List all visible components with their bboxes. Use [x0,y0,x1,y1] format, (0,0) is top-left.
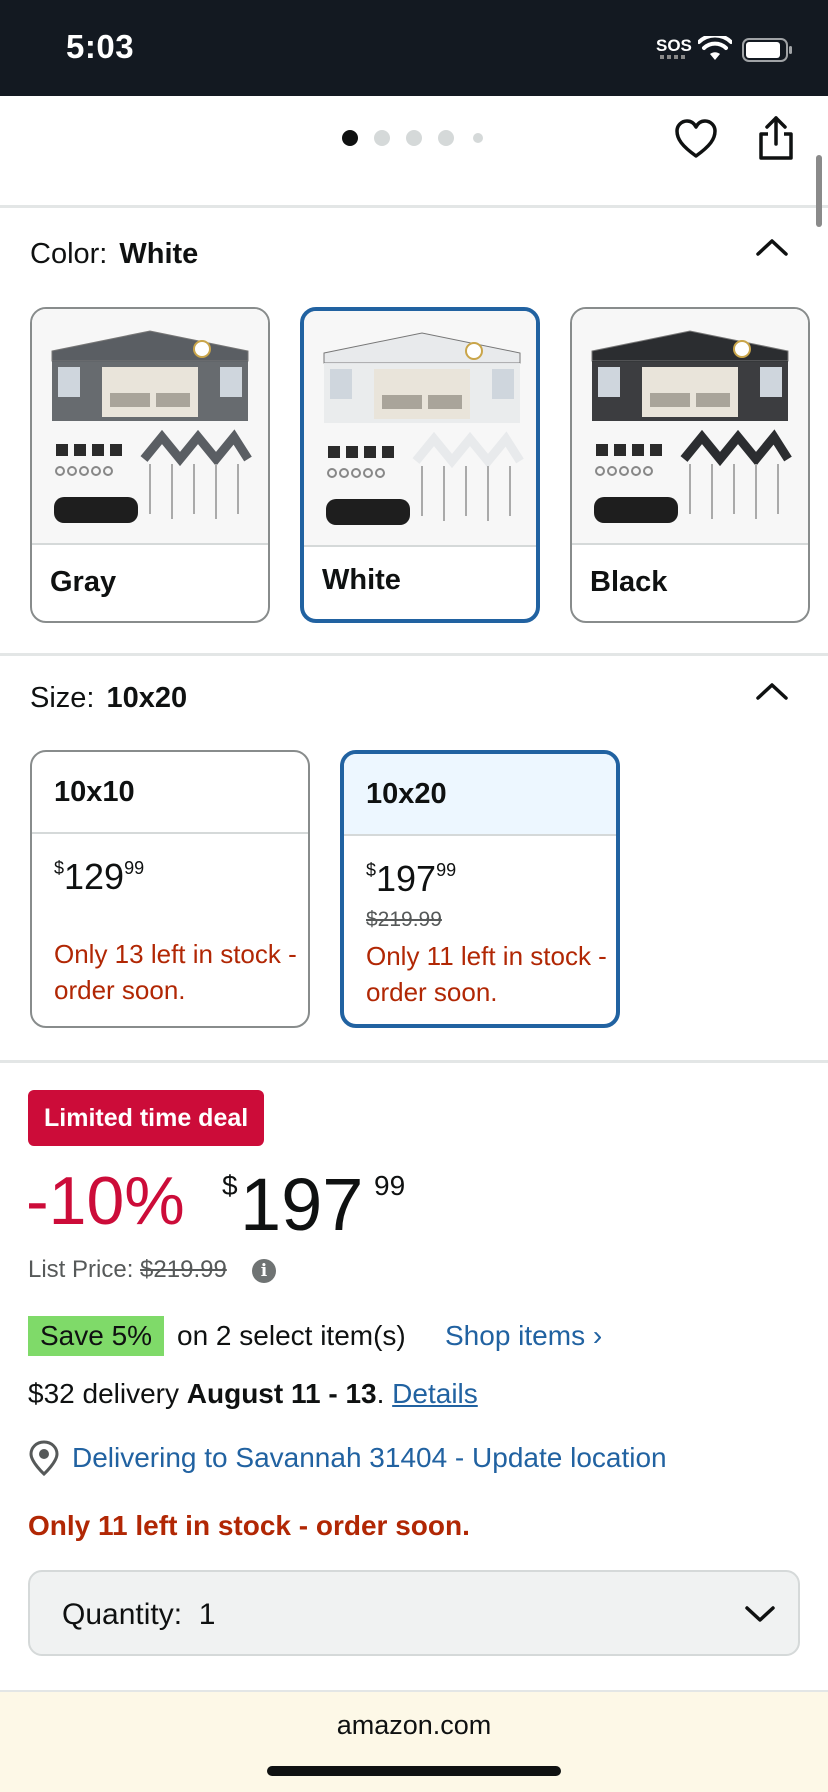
quantity-text: Quantity: 1 [62,1598,216,1631]
size-option-price: $19799 [366,858,457,899]
carousel-dot-5[interactable] [473,133,483,143]
limited-time-deal-badge: Limited time deal [28,1090,265,1146]
list-price-label: List Price: [28,1256,134,1283]
color-section-title: Color: White [30,238,198,271]
share-icon[interactable] [756,114,796,162]
status-time: 5:03 [66,28,135,65]
size-option-name: 10x20 [344,754,616,836]
size-option-list-price: $219.99 [366,908,442,931]
color-option-label: White [322,564,401,596]
product-thumbnail [572,309,808,545]
color-option-gray[interactable]: Gray [30,307,270,623]
info-icon[interactable]: i [252,1259,276,1283]
size-label: Size: [30,682,95,714]
heart-icon[interactable] [674,118,718,160]
carousel-dot-2[interactable] [374,130,390,146]
browser-address-bar[interactable]: amazon.com [0,1690,828,1792]
color-option-label: Black [590,566,668,598]
price-symbol: $ [222,1170,238,1201]
quantity-dropdown[interactable]: Quantity: 1 [28,1570,800,1656]
delivery-price: $32 delivery [28,1378,179,1409]
signal-dots-icon [660,55,685,59]
size-option-10x20[interactable]: 10x20 $19799 $219.99 Only 11 left in sto… [340,750,620,1028]
product-thumbnail [32,309,268,545]
price-block: -10% [26,1162,185,1242]
battery-icon [742,38,792,62]
price-whole: 197 [240,1163,364,1246]
sos-indicator: SOS [656,36,692,55]
shop-items-link[interactable]: Shop items › [445,1320,602,1352]
wifi-icon [698,36,732,60]
list-price-value: $219.99 [140,1256,227,1283]
chevron-up-icon[interactable] [754,680,790,702]
section-divider [0,653,828,656]
color-selected-value: White [119,238,199,270]
size-option-price: $12999 [54,856,145,897]
carousel-dot-1[interactable] [342,130,358,146]
update-location-link[interactable]: Delivering to Savannah 31404 - Update lo… [72,1442,667,1474]
carousel-dot-4[interactable] [438,130,454,146]
price-fraction: 99 [374,1170,406,1201]
home-indicator[interactable] [267,1766,561,1776]
size-selected-value: 10x20 [106,682,188,714]
delivery-dates: August 11 - 13 [186,1378,377,1409]
size-section-title: Size: 10x20 [30,682,187,715]
stock-status: Only 11 left in stock - order soon. [28,1510,470,1541]
product-thumbnail [304,311,536,547]
status-bar: 5:03 SOS [0,0,828,96]
color-label: Color: [30,238,108,270]
section-divider [0,1060,828,1063]
size-option-name: 10x10 [32,752,308,834]
save-description: on 2 select item(s) [177,1320,406,1351]
discount-percent: -10% [26,1163,185,1239]
scrollbar-thumb[interactable] [816,155,822,227]
chevron-up-icon[interactable] [754,236,790,258]
location-pin-icon [29,1440,59,1476]
save-badge: Save 5% [28,1316,165,1356]
list-price: List Price: $219.99 [28,1256,227,1284]
delivery-details-link[interactable]: Details [392,1378,478,1409]
color-option-label: Gray [50,566,117,598]
color-option-black[interactable]: Black [570,307,810,623]
size-option-10x10[interactable]: 10x10 $12999 Only 13 left in stock - ord… [30,750,310,1028]
delivery-info: $32 delivery August 11 - 13. Details [28,1378,478,1409]
size-option-stock: Only 13 left in stock - order soon. [54,939,297,1005]
chevron-down-icon [745,1606,775,1622]
color-option-white[interactable]: White [300,307,540,623]
address-domain[interactable]: amazon.com [0,1710,828,1741]
carousel-dot-3[interactable] [406,130,422,146]
size-option-stock: Only 11 left in stock - order soon. [366,941,607,1007]
